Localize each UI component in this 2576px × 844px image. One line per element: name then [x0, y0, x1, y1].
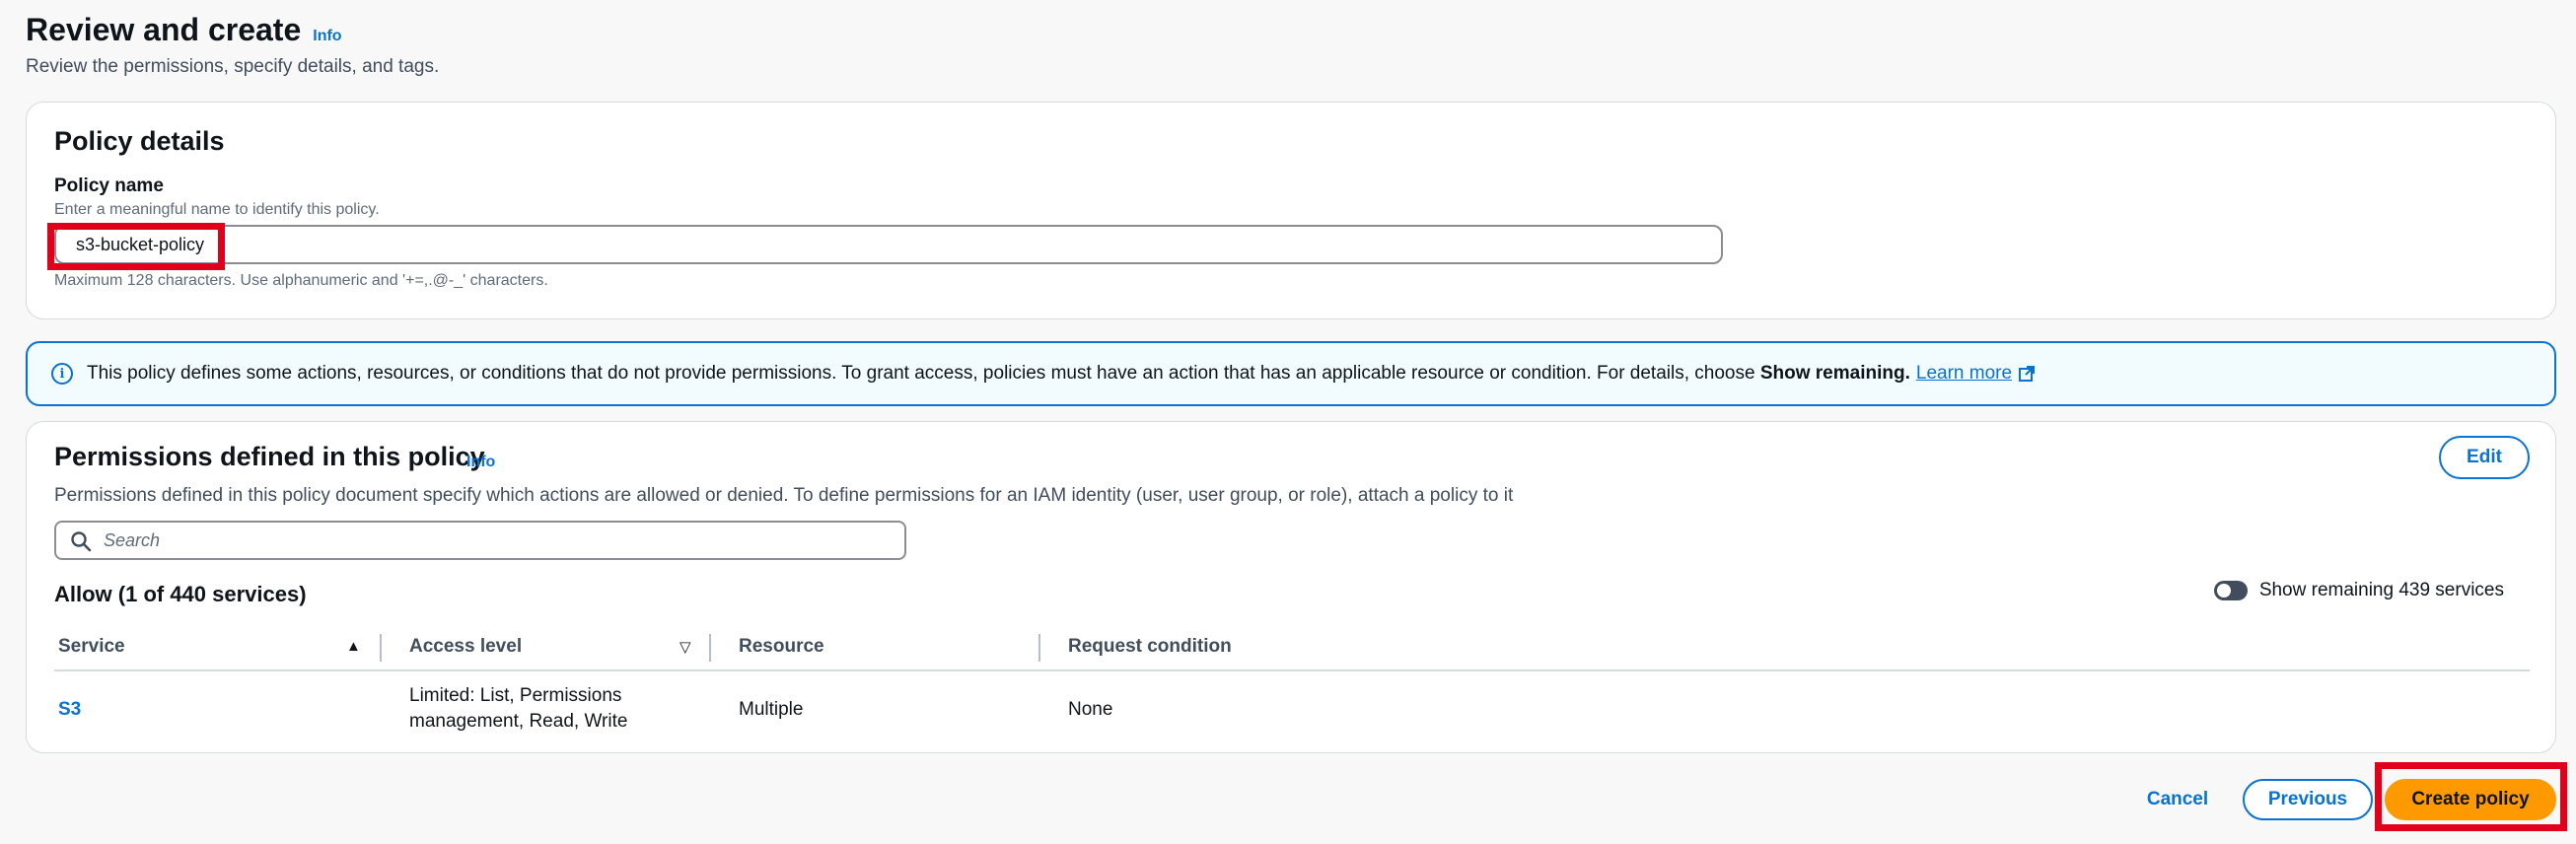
column-divider[interactable] [380, 634, 382, 662]
header-info-link[interactable]: Info [313, 28, 341, 45]
search-icon [71, 531, 92, 552]
column-header-service[interactable]: Service [58, 636, 125, 658]
policy-name-description: Enter a meaningful name to identify this… [54, 201, 380, 218]
column-header-resource[interactable]: Resource [739, 636, 824, 658]
policy-name-field[interactable] [54, 225, 1723, 264]
permissions-description: Permissions defined in this policy docum… [54, 485, 1514, 506]
policy-details-heading: Policy details [54, 126, 225, 156]
allow-heading: Allow (1 of 440 services) [54, 582, 307, 606]
table-header: Service ▲ Access level ▽ Resource Reques… [54, 624, 2530, 671]
sort-descending-icon[interactable]: ▽ [680, 638, 691, 656]
info-circle-icon: i [51, 363, 73, 385]
title-row: Review and create Info [26, 12, 439, 48]
create-policy-button[interactable]: Create policy [2385, 779, 2556, 820]
resource-value: Multiple [739, 699, 804, 720]
request-condition-value: None [1068, 699, 1113, 720]
column-header-request-condition[interactable]: Request condition [1068, 636, 1232, 658]
policy-name-input[interactable] [74, 227, 1652, 262]
previous-button[interactable]: Previous [2243, 779, 2373, 820]
review-and-create-page: Review and create Info Review the permis… [0, 0, 2576, 844]
policy-details-panel: Policy details Policy name Enter a meani… [26, 102, 2556, 319]
permissions-table: Service ▲ Access level ▽ Resource Reques… [54, 624, 2530, 750]
alert-bold-text: Show remaining. [1759, 363, 1910, 384]
permissions-info-link[interactable]: Info [466, 454, 495, 471]
table-row: S3 Limited: List, Permissions management… [54, 671, 2530, 750]
learn-more-link[interactable]: Learn more [1916, 363, 2036, 385]
edit-button[interactable]: Edit [2439, 436, 2530, 479]
service-link-s3[interactable]: S3 [58, 699, 81, 721]
alert-text: This policy defines some actions, resour… [87, 363, 1755, 384]
external-link-icon [2019, 365, 2036, 382]
search-field[interactable] [54, 521, 906, 560]
show-remaining-label: Show remaining 439 services [2258, 580, 2504, 600]
learn-more-label: Learn more [1915, 363, 2013, 384]
info-alert: i This policy defines some actions, reso… [26, 341, 2556, 406]
policy-name-constraint: Maximum 128 characters. Use alphanumeric… [54, 272, 548, 289]
access-level-line1: Limited: List, Permissions [409, 685, 622, 706]
permissions-heading: Permissions defined in this policy [54, 442, 485, 471]
show-remaining-toggle[interactable] [2213, 581, 2248, 600]
access-level-line2: management, Read, Write [409, 711, 628, 732]
cancel-button[interactable]: Cancel [2130, 779, 2225, 820]
column-divider[interactable] [1038, 634, 1040, 662]
page-title: Review and create [26, 12, 302, 47]
page-header: Review and create Info Review the permis… [26, 12, 439, 78]
permissions-panel: Permissions defined in this policy Info … [26, 421, 2556, 753]
sort-ascending-icon[interactable]: ▲ [346, 638, 361, 655]
column-divider[interactable] [709, 634, 711, 662]
page-subtitle: Review the permissions, specify details,… [26, 56, 440, 77]
policy-name-label: Policy name [54, 176, 164, 196]
show-remaining-toggle-wrap: Show remaining 439 services [2213, 580, 2504, 601]
search-input[interactable] [102, 523, 871, 558]
column-header-access-level[interactable]: Access level [409, 636, 522, 658]
